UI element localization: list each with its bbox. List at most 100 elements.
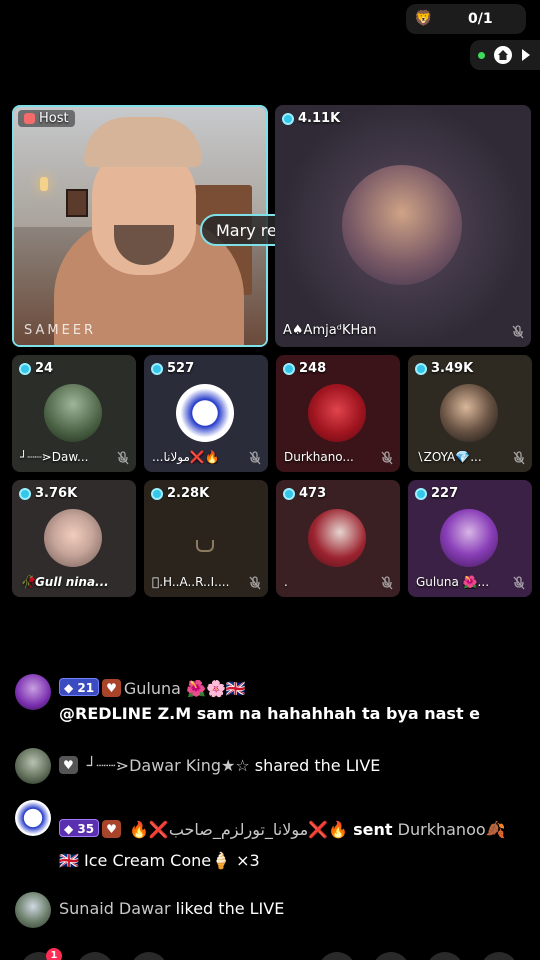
comment-username[interactable]: Sunaid Dawar (59, 899, 171, 918)
comment-share: ♥ ┘┈┈⋗Dawar King★☆ shared the LIVE (59, 756, 380, 775)
diamond-icon (282, 112, 294, 125)
diamond-icon (151, 362, 163, 375)
guest-tile[interactable]: 24 ┘┈┈⋗Daw... (12, 355, 136, 472)
guest-name: ∖ZOYA💎... (416, 450, 482, 464)
toolbar-button[interactable] (480, 952, 518, 960)
mute-icon (512, 325, 524, 339)
comment-avatar[interactable] (15, 892, 51, 928)
guest-count: 248 (299, 361, 327, 376)
mute-icon (381, 451, 393, 465)
featured-count: 4.11K (298, 111, 341, 126)
guest-avatar (44, 509, 102, 567)
guest-name: .H..A..R..I.... (152, 575, 229, 589)
comment-username[interactable]: ┘┈┈⋗Dawar King★☆ (87, 756, 250, 775)
live-dot-icon (478, 52, 485, 59)
host-badge: Host (18, 110, 75, 127)
comment-like: Sunaid Dawar liked the LIVE (59, 899, 284, 918)
comment-message: @REDLINE Z.M sam na hahahhah ta bya nast… (59, 704, 481, 723)
guest-avatar (440, 509, 498, 567)
room-controls[interactable] (470, 40, 540, 70)
guest-avatar (308, 384, 366, 442)
featured-guest-tile[interactable]: 4.11K A♠AmjaᵈKHan (275, 105, 531, 347)
toolbar-button[interactable] (76, 952, 114, 960)
guest-count-badge: 3.76K (19, 486, 77, 501)
diamond-icon (415, 487, 427, 500)
guest-name: . (284, 575, 288, 589)
gift-detail: 🇬🇧 Ice Cream Cone🍦 ×3 (59, 851, 260, 870)
diamond-icon (283, 362, 295, 375)
diamond-icon (283, 487, 295, 500)
comment-avatar[interactable] (15, 674, 51, 710)
diamond-icon (415, 362, 427, 375)
guest-avatar (440, 384, 498, 442)
play-icon[interactable] (522, 49, 530, 61)
comment-username[interactable]: 🔥❌مولانا_تورلزم_صاحب❌🔥 (129, 820, 348, 839)
guest-count-badge: 3.49K (415, 361, 473, 376)
level-badge: ◆ 35 (59, 819, 100, 837)
guest-name: Guluna 🌺... (416, 575, 490, 589)
fan-badge-icon: ♥ (102, 820, 121, 838)
featured-count-badge: 4.11K (282, 111, 340, 126)
guest-count-badge: 248 (283, 361, 326, 376)
guest-name: ┘┈┈⋗Daw... (20, 450, 89, 464)
guest-tile[interactable]: 473 . (276, 480, 400, 597)
guest-tile[interactable]: 248 Durkhano... (276, 355, 400, 472)
guest-tile[interactable]: 2.28K .H..A..R..I.... (144, 480, 268, 597)
guest-count-badge: 24 (19, 361, 53, 376)
lion-emoji-icon: 🦁 (414, 9, 433, 27)
comment-action: sent (353, 820, 393, 839)
gift-recipient[interactable]: Durkhanoo🍂 (398, 820, 506, 839)
guest-count: 527 (167, 361, 195, 376)
bottom-bar: 1 (0, 948, 540, 960)
toolbar-button[interactable] (372, 952, 410, 960)
mute-icon (249, 576, 261, 590)
guest-count: 3.76K (35, 486, 78, 501)
home-icon[interactable] (494, 46, 512, 64)
guest-count-badge: 2.28K (151, 486, 209, 501)
guest-tile[interactable]: 3.76K 🥀Gull nina... (12, 480, 136, 597)
guest-tile[interactable]: 527 ...مولانا❌🔥 (144, 355, 268, 472)
comment-header: ◆ 21 ♥ Guluna 🌺🌸🇬🇧 (59, 678, 246, 698)
guest-name: 🥀Gull nina... (20, 575, 109, 589)
level-badge: ◆ 21 (59, 678, 100, 696)
comment-action: liked the LIVE (175, 899, 285, 918)
guest-tile[interactable]: 3.49K ∖ZOYA💎... (408, 355, 532, 472)
comment-avatar[interactable] (15, 748, 51, 784)
guest-count-badge: 473 (283, 486, 326, 501)
mute-icon (513, 576, 525, 590)
featured-name: A♠AmjaᵈKHan (283, 323, 377, 338)
level-number: 21 (77, 681, 95, 695)
comment-gift: ◆ 35 ♥ 🔥❌مولانا_تورلزم_صاحب❌🔥 sent Durkha… (59, 819, 506, 839)
viewer-count-pill[interactable]: 🦁 0/1 (406, 4, 526, 34)
guest-count: 2.28K (167, 486, 210, 501)
guest-count-badge: 227 (415, 486, 458, 501)
guest-count: 3.49K (431, 361, 474, 376)
guest-tile[interactable]: 227 Guluna 🌺... (408, 480, 532, 597)
diamond-icon (19, 362, 31, 375)
fan-badge-icon: ♥ (102, 679, 121, 697)
diamond-icon (151, 487, 163, 500)
mute-icon (381, 576, 393, 590)
level-number: 35 (77, 822, 95, 836)
notification-badge: 1 (46, 948, 62, 960)
guest-avatar (176, 384, 234, 442)
guest-count: 24 (35, 361, 54, 376)
host-label: Host (39, 111, 69, 126)
fan-badge-icon: ♥ (59, 756, 78, 774)
guest-count: 473 (299, 486, 327, 501)
toolbar-button[interactable] (130, 952, 168, 960)
mute-icon (513, 451, 525, 465)
mute-icon (249, 451, 261, 465)
toolbar-button[interactable] (426, 952, 464, 960)
guest-count-badge: 527 (151, 361, 194, 376)
toolbar-button[interactable] (318, 952, 356, 960)
comment-username[interactable]: Guluna 🌺🌸🇬🇧 (124, 679, 246, 698)
mute-icon (117, 451, 129, 465)
host-camera-icon (24, 113, 35, 124)
guest-count: 227 (431, 486, 459, 501)
guest-avatar (44, 384, 102, 442)
guest-name: ...مولانا❌🔥 (152, 450, 220, 464)
comment-avatar[interactable] (15, 800, 51, 836)
guest-name: Durkhano... (284, 450, 354, 464)
comment-action: shared the LIVE (254, 756, 381, 775)
